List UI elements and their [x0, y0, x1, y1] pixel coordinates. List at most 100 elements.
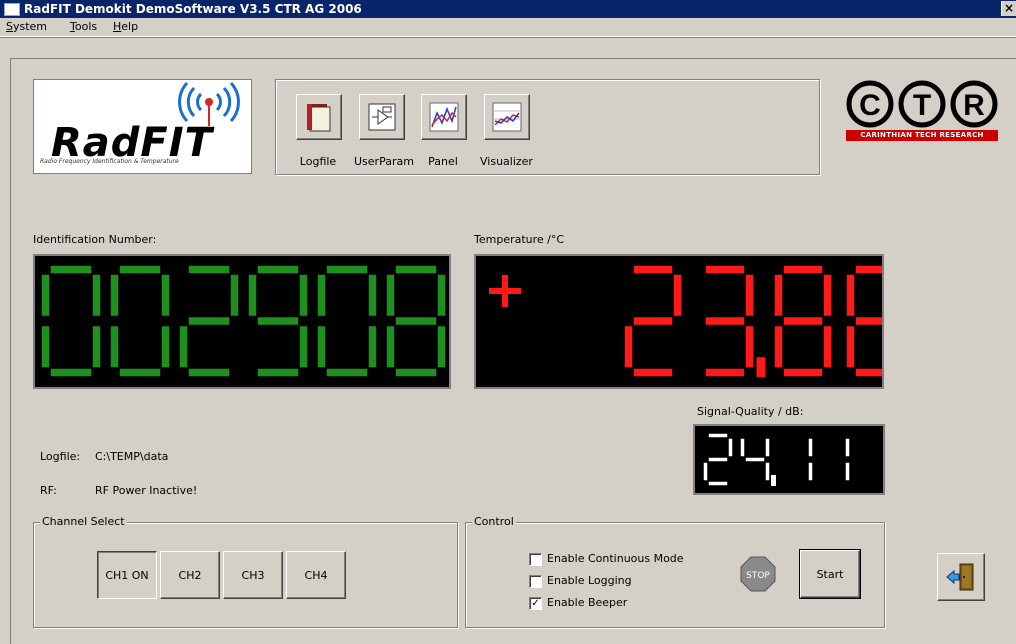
digit-3-segment-f: [819, 437, 826, 458]
menu-system[interactable]: System: [6, 20, 47, 33]
digit-2-segment-e: [773, 324, 784, 369]
toolbar-label-panel: Panel: [428, 155, 458, 168]
close-icon[interactable]: ×: [1001, 1, 1016, 16]
digit-4-segment-g: [325, 315, 369, 327]
control-title: Control: [472, 515, 516, 528]
digit-3-segment-d: [256, 367, 300, 378]
digit-3-segment-b: [844, 437, 851, 458]
digit-0-segment-d: [632, 367, 674, 378]
digit-2-segment-g: [187, 315, 231, 327]
digit-2-segment-g: [782, 315, 824, 327]
digit-3-segment-g: [824, 456, 846, 463]
digit-0-segment-a: [707, 432, 729, 439]
digit-0-segment-b: [91, 273, 102, 318]
digit-1-segment-a: [704, 264, 746, 275]
digit-1-segment-c: [744, 324, 755, 369]
digit-3-segment-g: [256, 315, 300, 327]
continuous-mode-label: Enable Continuous Mode: [547, 552, 684, 565]
digit-2-segment-c: [822, 324, 833, 369]
digit-1-segment-d: [744, 480, 766, 487]
digit-1-segment-e: [109, 324, 120, 369]
ch1-button[interactable]: CH1 ON: [97, 551, 157, 599]
digit-2-segment-e: [782, 461, 789, 482]
digit-1-segment-b: [160, 273, 171, 318]
visualizer-button[interactable]: [484, 94, 530, 140]
digit-0-segment-e: [702, 461, 709, 482]
digit-5-segment-e: [385, 324, 396, 369]
exit-button[interactable]: [937, 553, 985, 601]
identification-label: Identification Number:: [33, 233, 157, 246]
radfit-logo: RadFIT Radio Frequency Identification & …: [33, 79, 252, 174]
digit-3-segment-f: [247, 273, 258, 318]
temperature-label: Temperature /°C: [474, 233, 565, 246]
digit-0-segment-f: [702, 437, 709, 458]
ctr-band: CARINTHIAN TECH RESEARCH: [846, 130, 998, 141]
temperature-sign: [489, 275, 521, 307]
digit-2-segment-c: [229, 324, 240, 369]
digit-1-segment-d: [704, 367, 746, 378]
userparam-button[interactable]: [359, 94, 405, 140]
digit-3-segment-d: [854, 367, 882, 378]
logging-checkbox[interactable]: [529, 575, 542, 588]
digit-1-segment-g: [704, 315, 746, 327]
digit-1-segment-a: [118, 264, 162, 275]
digit-0-segment-a: [632, 264, 674, 275]
panel-button[interactable]: [421, 94, 467, 140]
digit-1-segment-f: [695, 273, 706, 318]
digit-0-segment-g: [707, 456, 729, 463]
ctr-letter-t: T: [913, 89, 931, 122]
panel-chart-icon: [429, 102, 459, 132]
continuous-mode-checkbox[interactable]: [529, 553, 542, 566]
signal-quality-label: Signal-Quality / dB:: [697, 405, 804, 418]
start-button[interactable]: Start: [799, 549, 861, 599]
ch4-button[interactable]: CH4: [286, 551, 346, 599]
digit-4-segment-d: [325, 367, 369, 378]
ch3-button[interactable]: CH3: [223, 551, 283, 599]
digit-2-segment-a: [782, 264, 824, 275]
digit-3-segment-e: [247, 324, 258, 369]
digit-0-segment-b: [672, 273, 683, 318]
digit-1-segment-d: [118, 367, 162, 378]
ctr-letters: C T R: [846, 80, 998, 128]
digit-5-segment-a: [394, 264, 438, 275]
title-bar: RadFIT Demokit DemoSoftware V3.5 CTR AG …: [0, 0, 1016, 18]
digit-2-segment-f: [773, 273, 784, 318]
signal-quality-display: [693, 424, 885, 495]
beeper-checkbox[interactable]: ✓: [529, 597, 542, 610]
digit-2-segment-c: [807, 461, 814, 482]
stop-button[interactable]: STOP: [740, 556, 776, 592]
temperature-display: [474, 254, 884, 389]
digit-2-segment-e: [178, 324, 189, 369]
decimal-separator: [771, 475, 776, 486]
digit-2-segment-b: [229, 273, 240, 318]
digit-2-segment-b: [807, 437, 814, 458]
decimal-separator: [756, 357, 766, 377]
digit-3-segment-a: [256, 264, 300, 275]
digit-4-segment-a: [325, 264, 369, 275]
digit-0-segment-e: [623, 324, 634, 369]
digit-2-segment-f: [782, 437, 789, 458]
digit-0-segment-b: [727, 437, 734, 458]
digit-2-segment-d: [787, 480, 809, 487]
digit-0-segment-c: [672, 324, 683, 369]
digit-5-segment-d: [394, 367, 438, 378]
rf-label: RF:: [40, 484, 57, 497]
digit-3-segment-d: [824, 480, 846, 487]
ctr-logo: C T R CARINTHIAN TECH RESEARCH: [846, 80, 998, 146]
digit-1-segment-b: [764, 437, 771, 458]
ch2-button[interactable]: CH2: [160, 551, 220, 599]
menu-help[interactable]: Help: [113, 20, 138, 33]
digit-0-segment-e: [40, 324, 51, 369]
logfile-button[interactable]: [296, 94, 342, 140]
menu-bar: System Tools Help: [0, 18, 1016, 37]
digit-0-segment-d: [49, 367, 93, 378]
digit-4-segment-c: [367, 324, 378, 369]
toolbar-label-logfile: Logfile: [299, 155, 337, 168]
menu-tools[interactable]: Tools: [70, 20, 97, 33]
logging-label: Enable Logging: [547, 574, 632, 587]
digit-4-segment-e: [316, 324, 327, 369]
digit-2-segment-d: [187, 367, 231, 378]
digit-2-segment-d: [782, 367, 824, 378]
digit-1-segment-b: [744, 273, 755, 318]
digit-0-segment-g: [49, 315, 93, 327]
